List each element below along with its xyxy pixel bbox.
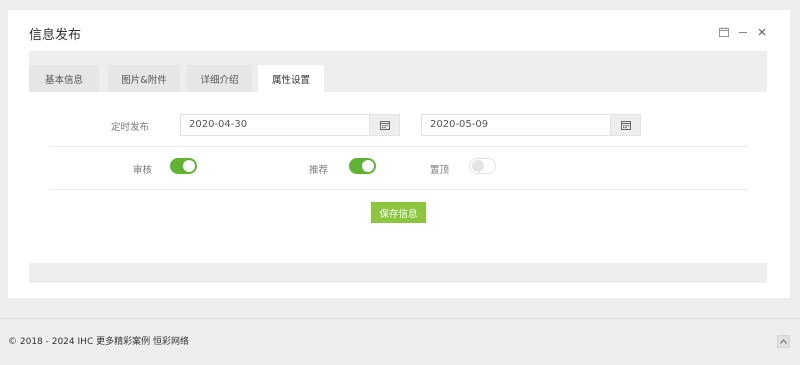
tab-label: 详细介绍 — [200, 74, 239, 86]
panel-footer-bar — [29, 263, 767, 283]
chevron-up-icon — [780, 339, 787, 344]
review-toggle[interactable] — [170, 158, 197, 174]
toggle-knob — [362, 160, 374, 172]
tab-label: 基本信息 — [44, 74, 83, 86]
company-link[interactable]: 恒彩网络 — [153, 337, 189, 347]
tab-label: 属性设置 — [271, 74, 310, 86]
page-footer: © 2018 - 2024 IHC 更多精彩案例 恒彩网络 — [8, 334, 189, 347]
cases-link[interactable]: 更多精彩案例 — [96, 337, 150, 347]
panel-tools — [718, 26, 768, 38]
review-label: 审核 — [132, 165, 152, 176]
info-publish-panel: 信息发布 基本信息 图片&附件 详细介绍 属性设置 定时发布 2020-04-3… — [8, 10, 790, 298]
form-divider — [50, 146, 748, 147]
recommend-toggle[interactable] — [349, 158, 376, 174]
end-date-field[interactable]: 2020-05-09 — [421, 114, 641, 136]
tab-label: 图片&附件 — [121, 74, 167, 86]
footer-divider — [0, 318, 800, 319]
save-button[interactable]: 保存信息 — [371, 202, 426, 223]
tab-attribute-settings[interactable]: 属性设置 — [258, 65, 324, 92]
tab-images-attachments[interactable]: 图片&附件 — [108, 65, 180, 92]
tab-details[interactable]: 详细介绍 — [187, 65, 252, 92]
tab-basic-info[interactable]: 基本信息 — [29, 65, 99, 92]
recommend-label: 推荐 — [308, 165, 328, 176]
schedule-label: 定时发布 — [110, 122, 149, 133]
calendar-icon[interactable] — [718, 26, 730, 38]
tab-bar: 基本信息 图片&附件 详细介绍 属性设置 — [29, 51, 767, 92]
calendar-icon[interactable] — [610, 115, 640, 135]
form-divider — [50, 189, 748, 190]
brand-link[interactable]: IHC — [78, 337, 94, 347]
start-date-value: 2020-04-30 — [189, 119, 248, 130]
pin-top-label: 置顶 — [429, 165, 449, 176]
minimize-icon[interactable] — [737, 26, 749, 38]
end-date-value: 2020-05-09 — [430, 119, 489, 130]
toggle-knob — [472, 160, 484, 172]
close-icon[interactable] — [756, 26, 768, 38]
toggle-knob — [183, 160, 195, 172]
copyright-text: © 2018 - 2024 — [8, 337, 75, 347]
back-to-top-button[interactable] — [777, 335, 790, 348]
start-date-field[interactable]: 2020-04-30 — [180, 114, 400, 136]
pin-top-toggle[interactable] — [469, 158, 496, 174]
panel-title: 信息发布 — [29, 28, 82, 43]
calendar-icon[interactable] — [369, 115, 399, 135]
